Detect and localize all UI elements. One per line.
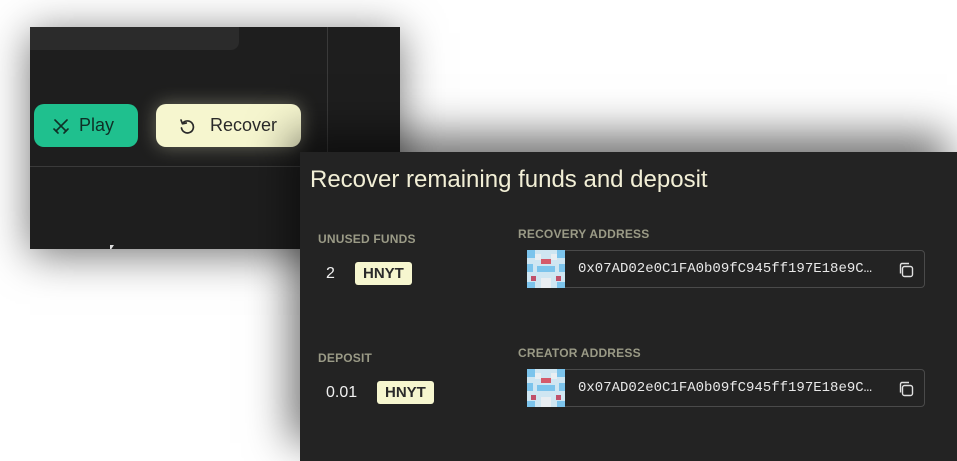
recover-modal: Recover remaining funds and deposit UNUS…	[300, 152, 957, 461]
creator-address-label: CREATOR ADDRESS	[518, 346, 641, 360]
modal-title: Recover remaining funds and deposit	[310, 166, 708, 193]
creator-address-field[interactable]: 0x07AD02e0C1FA0b09fC945ff197E18e9C…	[527, 369, 925, 407]
identicon-avatar	[527, 250, 565, 288]
mouse-cursor	[110, 245, 114, 249]
unused-funds-label: UNUSED FUNDS	[318, 232, 416, 246]
play-button-label: Play	[79, 115, 115, 135]
unused-funds-token-badge: HNYT	[355, 262, 412, 285]
recover-button-label: Recover	[210, 115, 278, 135]
copy-icon[interactable]	[897, 380, 915, 398]
deposit-amount: 0.01	[326, 384, 358, 401]
recovery-address-field[interactable]: 0x07AD02e0C1FA0b09fC945ff197E18e9C…	[527, 250, 925, 288]
top-card	[30, 27, 239, 50]
recovery-address-value: 0x07AD02e0C1FA0b09fC945ff197E18e9C…	[578, 261, 873, 277]
deposit-label: DEPOSIT	[318, 351, 373, 365]
deposit-token-badge: HNYT	[377, 381, 434, 404]
copy-icon[interactable]	[897, 261, 915, 279]
play-button[interactable]: Play	[34, 104, 138, 147]
identicon-avatar	[527, 369, 565, 407]
creator-address-value: 0x07AD02e0C1FA0b09fC945ff197E18e9C…	[578, 380, 873, 396]
swords-icon	[52, 117, 70, 135]
recover-button[interactable]: Recover	[156, 104, 301, 147]
unused-funds-amount: 2	[326, 265, 335, 282]
undo-icon	[178, 117, 196, 135]
recovery-address-label: RECOVERY ADDRESS	[518, 227, 650, 241]
